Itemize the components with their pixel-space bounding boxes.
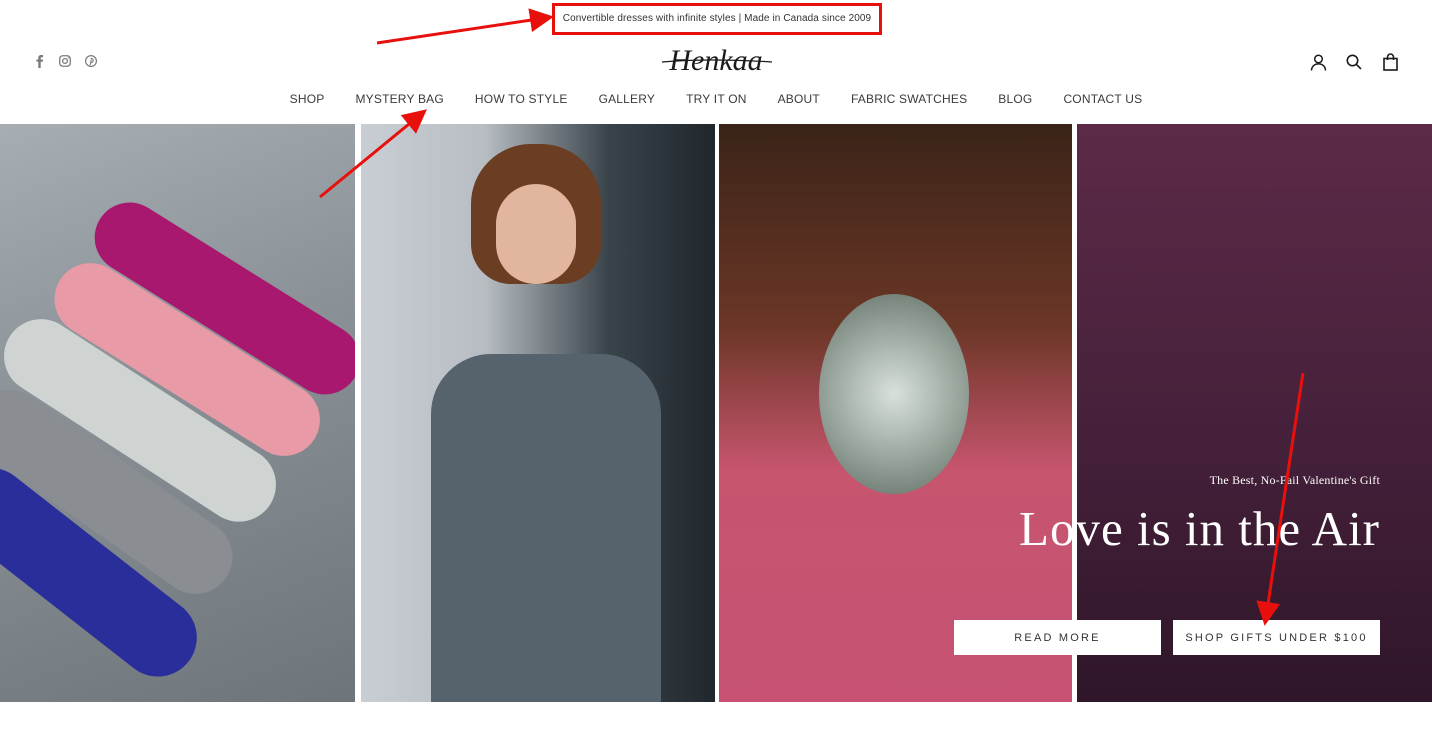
nav-item-how-to-style[interactable]: HOW TO STYLE — [475, 92, 568, 106]
hero-image-dress-detail — [719, 124, 1072, 702]
henkaa-logo[interactable]: Henkaa — [650, 40, 782, 84]
main-nav: SHOP MYSTERY BAG HOW TO STYLE GALLERY TR… — [0, 92, 1432, 106]
nav-item-mystery-bag[interactable]: MYSTERY BAG — [355, 92, 443, 106]
nav-item-blog[interactable]: BLOG — [998, 92, 1032, 106]
nav-item-gallery[interactable]: GALLERY — [599, 92, 656, 106]
hero-slideshow: The Best, No-Fail Valentine's Gift Love … — [0, 124, 1432, 702]
hero-subtitle: The Best, No-Fail Valentine's Gift — [1209, 473, 1380, 487]
account-icon[interactable] — [1308, 52, 1328, 72]
hero-image-ties — [0, 124, 355, 702]
search-icon[interactable] — [1344, 52, 1364, 72]
nav-item-contact-us[interactable]: CONTACT US — [1063, 92, 1142, 106]
hero-caption: The Best, No-Fail Valentine's Gift Love … — [1019, 473, 1380, 556]
cart-icon[interactable] — [1380, 52, 1400, 72]
nav-item-about[interactable]: ABOUT — [778, 92, 820, 106]
shop-gifts-button[interactable]: SHOP GIFTS UNDER $100 — [1173, 620, 1380, 655]
hero-title: Love is in the Air — [1019, 501, 1380, 556]
header-actions — [1308, 52, 1400, 72]
hero-image-model — [361, 124, 715, 702]
annotation-arrow-top — [376, 8, 554, 45]
hero-color-panel — [1077, 124, 1432, 702]
nav-item-try-it-on[interactable]: TRY IT ON — [686, 92, 746, 106]
nav-item-shop[interactable]: SHOP — [290, 92, 325, 106]
facebook-icon[interactable] — [32, 54, 46, 68]
nav-item-fabric-swatches[interactable]: FABRIC SWATCHES — [851, 92, 967, 106]
read-more-button[interactable]: READ MORE — [954, 620, 1161, 655]
instagram-icon[interactable] — [58, 54, 72, 68]
annotation-highlight-box — [552, 3, 882, 35]
social-links — [32, 54, 98, 68]
pinterest-icon[interactable] — [84, 54, 98, 68]
